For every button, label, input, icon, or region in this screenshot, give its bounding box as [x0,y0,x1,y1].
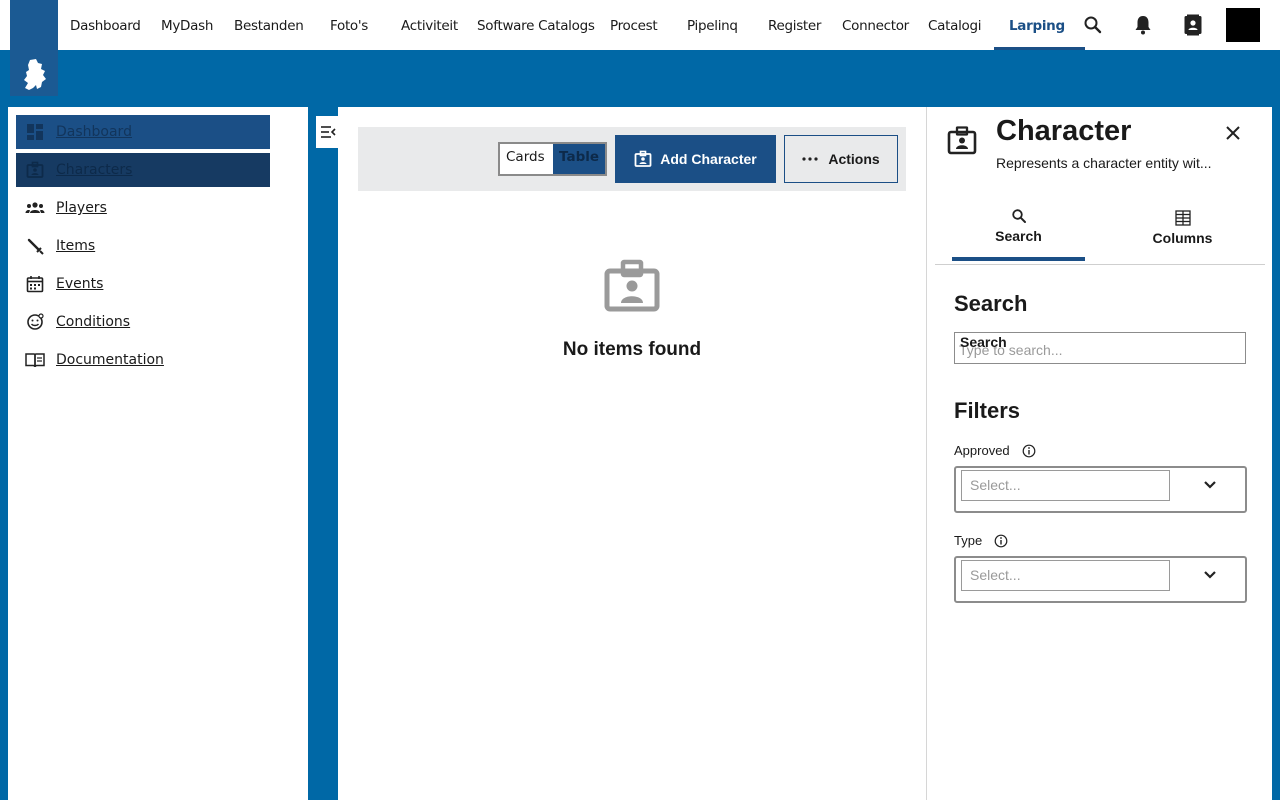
nav-mydash[interactable]: MyDash [161,0,213,50]
filter-approved-label-text: Approved [954,443,1010,458]
character-sidebar-panel: Character Represents a character entity … [926,107,1272,800]
info-icon[interactable] [1022,444,1036,458]
top-navigation-bar: Dashboard MyDash Bestanden Foto's Activi… [0,0,1280,96]
menu-collapse-icon [321,126,336,138]
nav-register[interactable]: Register [768,0,821,50]
sidebar-item-label: Documentation [56,352,164,368]
chevron-down-icon [1204,481,1216,489]
actions-label: Actions [828,151,880,167]
filter-approved-select[interactable]: Select... [954,466,1247,513]
app-logo[interactable] [10,0,58,96]
sidebar-toggle-button[interactable] [316,116,340,148]
sidebar-item-label: Events [56,276,104,292]
tab-search-label: Search [995,228,1042,244]
badge-icon [947,126,977,155]
view-toggle: Cards Table [498,142,607,176]
filter-type-label: Type [954,533,1008,548]
tab-columns-label: Columns [1152,230,1213,246]
badge-icon [22,160,48,180]
search-icon [1011,209,1026,223]
tab-columns[interactable]: Columns [1116,195,1249,261]
panel-tabs: Search Columns [935,195,1265,265]
sidebar-item-characters[interactable]: Characters [16,153,270,187]
sidebar-item-label: Items [56,238,96,254]
sidebar-item-label: Conditions [56,314,131,330]
contacts-icon[interactable] [1181,13,1205,37]
filters-heading: Filters [954,398,1021,423]
nav-connector[interactable]: Connector [842,0,909,50]
sidebar-item-label: Dashboard [56,124,132,140]
actions-button[interactable]: Actions [784,135,898,183]
filter-type-label-text: Type [954,533,983,548]
panel-subtitle: Represents a character entity wit... [996,155,1212,171]
sidebar-item-dashboard[interactable]: Dashboard [16,115,270,149]
calendar-icon [22,274,48,294]
dots-horizontal-icon [802,157,818,161]
sidebar: Dashboard Characters Players Items Event… [8,107,308,800]
search-field-label: Search [960,334,1007,350]
panel-title: Character [996,115,1132,147]
players-icon [22,198,48,218]
search-heading: Search [954,291,1028,316]
nav-larping[interactable]: Larping [994,0,1085,50]
user-avatar[interactable] [1226,8,1260,42]
filter-type-select[interactable]: Select... [954,556,1247,603]
sidebar-item-items[interactable]: Items [16,229,270,263]
info-icon[interactable] [994,534,1008,548]
close-icon[interactable] [1223,123,1243,143]
dashboard-icon [22,122,48,142]
sidebar-item-label: Characters [56,162,133,178]
nav-catalogi[interactable]: Catalogi [928,0,982,50]
empty-state-message: No items found [562,339,702,360]
sidebar-item-documentation[interactable]: Documentation [16,343,270,377]
sidebar-item-events[interactable]: Events [16,267,270,301]
view-table-option[interactable]: Table [553,144,605,174]
filter-approved-label: Approved [954,443,1036,458]
sword-icon [22,236,48,256]
view-cards-option[interactable]: Cards [500,144,553,174]
nav-bestanden[interactable]: Bestanden [234,0,304,50]
sidebar-item-players[interactable]: Players [16,191,270,225]
search-field: Search [954,332,1246,364]
netherlands-map-icon [24,59,46,90]
nav-activiteit[interactable]: Activiteit [401,0,458,50]
add-character-button[interactable]: Add Character [615,135,776,183]
toolbar: Cards Table Add Character Actions [358,127,906,191]
add-character-label: Add Character [660,151,757,167]
book-icon [22,350,48,370]
emoticon-icon [22,312,48,332]
badge-icon [604,259,660,312]
filter-type-placeholder: Select... [961,560,1170,591]
sidebar-item-label: Players [56,200,107,216]
nav-procest[interactable]: Procest [610,0,658,50]
nav-fotos[interactable]: Foto's [330,0,368,50]
chevron-down-icon [1204,571,1216,579]
columns-icon [1174,210,1191,226]
sidebar-item-conditions[interactable]: Conditions [16,305,270,339]
bell-icon[interactable] [1131,13,1155,37]
filter-approved-placeholder: Select... [961,470,1170,501]
main-content: Cards Table Add Character Actions No ite… [338,107,926,800]
nav-pipelinq[interactable]: Pipelinq [687,0,738,50]
tab-search[interactable]: Search [952,195,1085,261]
nav-software-catalogs[interactable]: Software Catalogs [477,0,595,50]
badge-icon [634,150,652,167]
search-icon[interactable] [1081,13,1105,37]
nav-dashboard[interactable]: Dashboard [70,0,141,50]
